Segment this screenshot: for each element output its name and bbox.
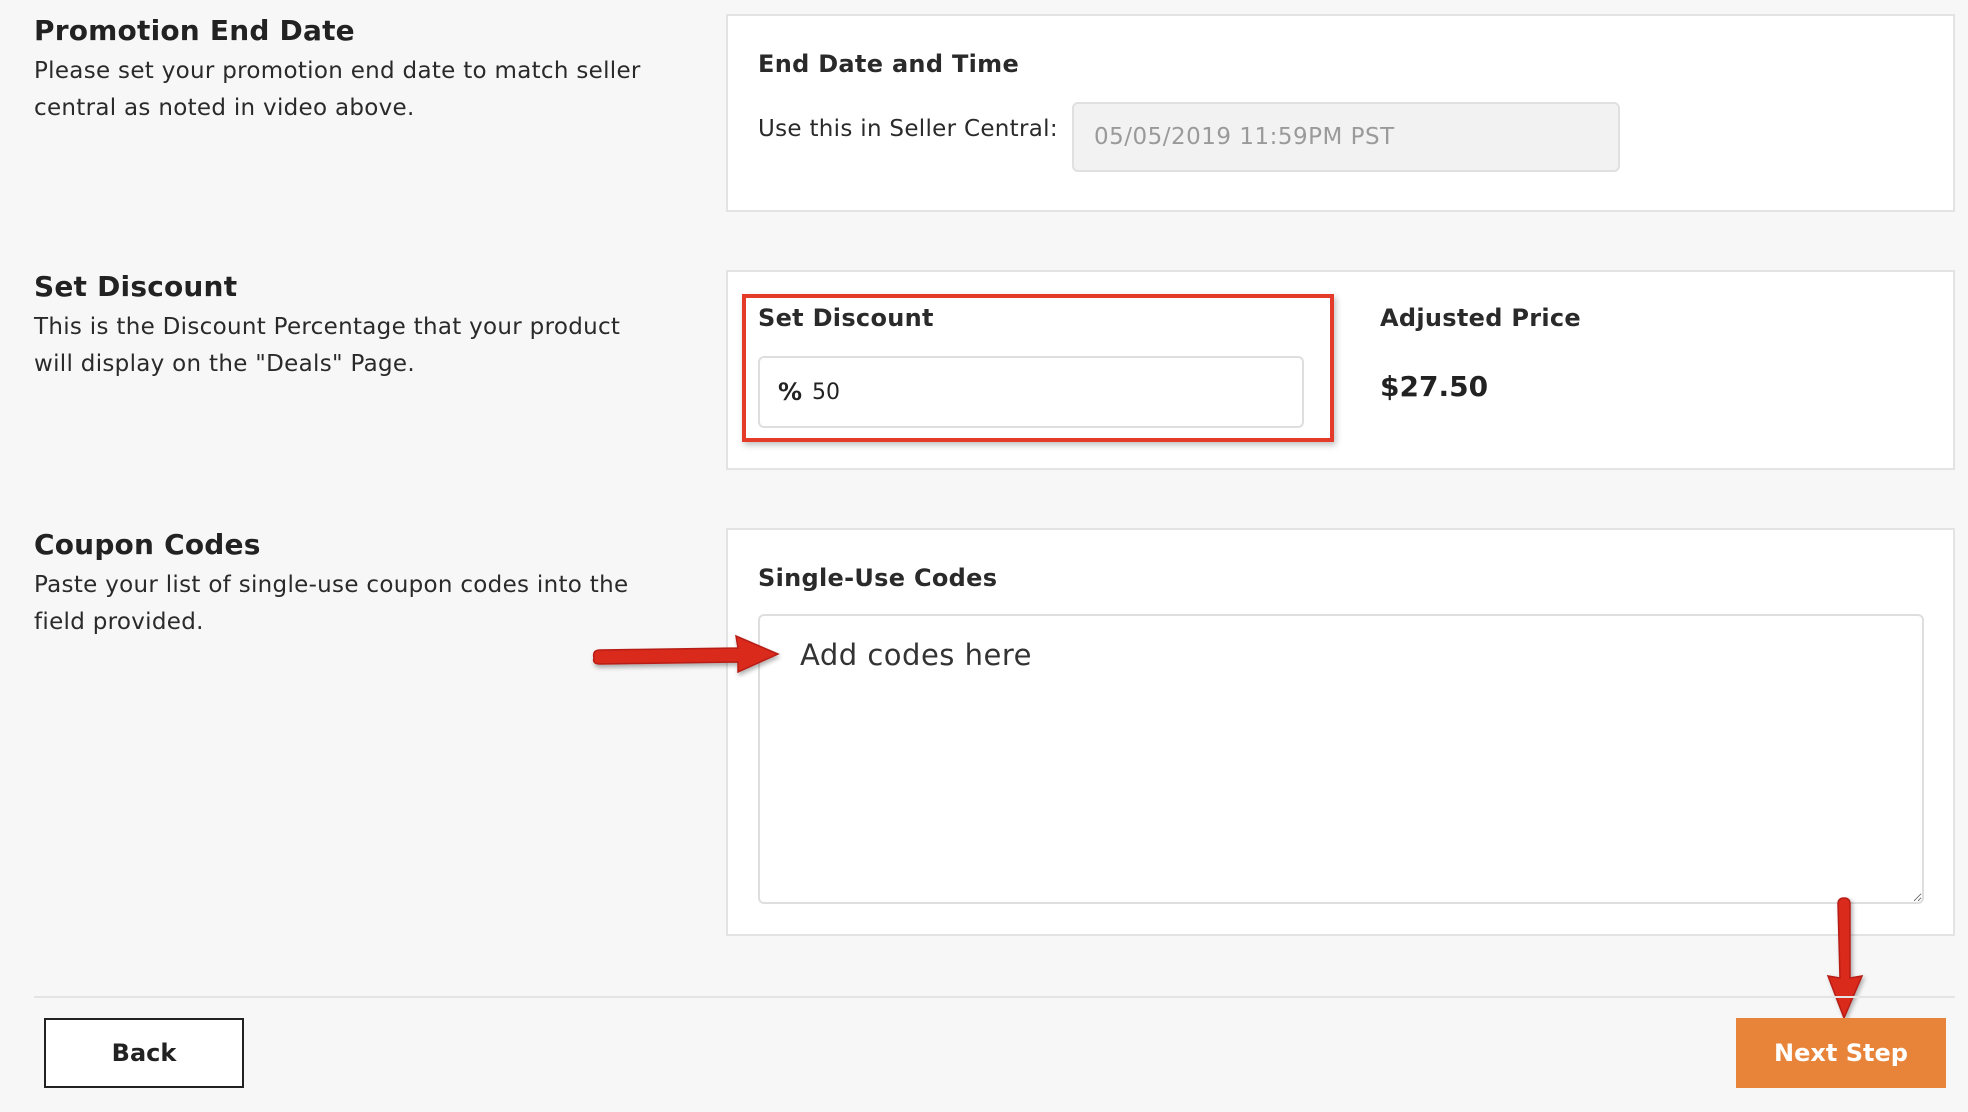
seller-central-label: Use this in Seller Central:: [758, 116, 1058, 142]
adjusted-price-value: $27.50: [1380, 370, 1489, 403]
right-arrow-icon: [592, 634, 780, 674]
discount-panel-title: Set Discount: [758, 304, 934, 332]
coupon-heading: Coupon Codes: [34, 528, 261, 561]
percent-icon: %: [778, 378, 803, 406]
end-date-description-block: Promotion End Date Please set your promo…: [34, 14, 674, 127]
discount-description: This is the Discount Percentage that you…: [34, 314, 621, 377]
down-arrow-icon: [1826, 897, 1864, 1020]
coupon-description: Paste your list of single-use coupon cod…: [34, 572, 629, 635]
promotion-setup-page: Promotion End Date Please set your promo…: [0, 0, 1968, 1112]
end-date-description: Please set your promotion end date to ma…: [34, 58, 641, 121]
back-button[interactable]: Back: [44, 1018, 244, 1088]
next-step-button[interactable]: Next Step: [1736, 1018, 1946, 1088]
discount-input[interactable]: [812, 379, 1253, 405]
end-date-panel: End Date and Time Use this in Seller Cen…: [726, 14, 1955, 212]
coupon-description-block: Coupon Codes Paste your list of single-u…: [34, 528, 674, 641]
discount-panel: Set Discount % Adjusted Price $27.50: [726, 270, 1955, 470]
discount-description-block: Set Discount This is the Discount Percen…: [34, 270, 674, 383]
end-date-input[interactable]: [1072, 102, 1620, 172]
coupon-codes-textarea[interactable]: [758, 614, 1924, 904]
coupon-codes-panel: Single-Use Codes: [726, 528, 1955, 936]
end-date-panel-title: End Date and Time: [758, 50, 1020, 78]
adjusted-price-label: Adjusted Price: [1380, 304, 1581, 332]
footer-divider: [34, 996, 1955, 998]
end-date-heading: Promotion End Date: [34, 14, 355, 47]
discount-heading: Set Discount: [34, 270, 238, 303]
single-use-codes-title: Single-Use Codes: [758, 564, 998, 592]
discount-field[interactable]: %: [758, 356, 1304, 428]
